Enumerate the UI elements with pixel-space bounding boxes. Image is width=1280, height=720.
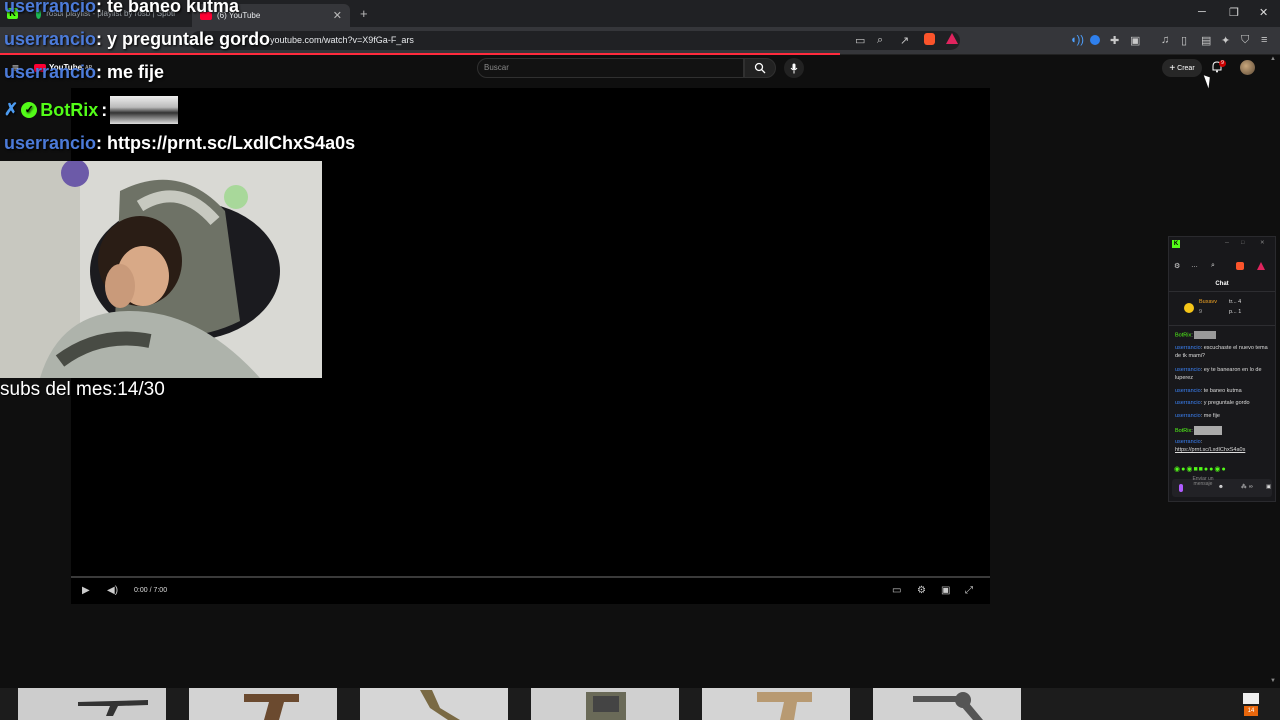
share-icon[interactable]: ⁂ <box>1241 484 1247 490</box>
brave-shield-icon[interactable] <box>1236 262 1244 270</box>
trophy-badge-icon <box>1184 303 1194 313</box>
zoom-icon[interactable]: ⌕ <box>877 34 883 47</box>
extension-icon[interactable] <box>1090 35 1100 45</box>
zoom-icon[interactable]: ⌕ <box>1211 262 1215 270</box>
overlay-chat-message: ✗ ✓ BotRix: <box>4 96 179 124</box>
kick-logo-icon: K <box>1172 240 1180 248</box>
overlay-chat-message: userrancio: te baneo kutma <box>4 0 240 16</box>
kick-chat-message: userrancio: me fije <box>1175 413 1220 419</box>
voice-search-button[interactable] <box>784 58 804 78</box>
search-input[interactable] <box>477 58 744 78</box>
fullscreen-icon[interactable]: ⤢ <box>965 585 973 596</box>
music-icon[interactable]: ♫ <box>1161 34 1169 46</box>
scroll-down-arrow[interactable]: ▼ <box>1270 678 1276 684</box>
kick-chat-message: userrancio: escuchaste el nuevo tema de … <box>1175 345 1268 359</box>
page-load-progress <box>0 53 840 55</box>
more-options-icon[interactable]: … <box>1191 262 1198 269</box>
close-tab-icon[interactable]: ✕ <box>333 9 342 22</box>
miniplayer-icon[interactable]: ▣ <box>941 585 950 596</box>
kick-chat-message: BotRix: <box>1175 426 1223 435</box>
emote-image <box>1194 331 1217 339</box>
wallet-icon[interactable]: ▤ <box>1201 34 1211 47</box>
kick-chat-message: BotRix: <box>1175 331 1217 339</box>
divider <box>1169 291 1275 292</box>
kick-chat-message: userrancio: ey te banearon en lo de lupe… <box>1175 367 1262 381</box>
video-time: 0:00 / 7:00 <box>134 587 168 594</box>
video-progress-bar[interactable] <box>71 576 990 578</box>
mail-count-badge: 14 <box>1244 706 1258 716</box>
verified-check-icon: ✓ <box>21 102 38 118</box>
bomb-thumbnail[interactable] <box>531 688 679 720</box>
vpn-icon[interactable]: ⛉ <box>1241 34 1249 47</box>
brave-rewards-icon[interactable] <box>1257 262 1265 270</box>
overlay-chat-message: userrancio: y preguntale gordo <box>4 29 271 49</box>
notification-count-badge: 9 <box>1219 60 1226 67</box>
overlay-chat-message: userrancio: me fije <box>4 62 165 82</box>
kick-chat-message: userrancio: y preguntale gordo <box>1175 400 1250 406</box>
kick-chat-window: K ─ □ ✕ ⚙ … ⌕ Chat Buxavv 9 tr... 4 p...… <box>1168 236 1276 502</box>
create-button[interactable]: + Crear <box>1162 59 1202 77</box>
menu-icon[interactable]: ≡ <box>1261 34 1267 46</box>
search-button[interactable] <box>744 58 776 78</box>
microphone-icon[interactable] <box>1179 484 1183 492</box>
pistol-thumbnail[interactable] <box>189 688 337 720</box>
minimize-icon[interactable]: ─ <box>1198 6 1206 18</box>
rifle-thumbnail[interactable] <box>18 688 166 720</box>
revolver-thumbnail[interactable] <box>873 688 1021 720</box>
maximize-icon[interactable]: □ <box>1241 240 1244 246</box>
audio-playing-icon[interactable]: ◖)) <box>1070 34 1084 46</box>
pinned-username: Buxavv <box>1199 299 1218 305</box>
share-icon[interactable]: ↗ <box>900 34 909 47</box>
leo-icon[interactable]: ✦ <box>1221 34 1230 47</box>
emote-image <box>1194 426 1223 435</box>
sidebar-icon[interactable]: ▯ <box>1181 34 1187 47</box>
emote-bar[interactable]: ◉●◉■■●●◉● <box>1174 465 1227 473</box>
plus-icon: + <box>1169 62 1176 74</box>
scroll-up-arrow[interactable]: ▲ <box>1270 56 1276 62</box>
kick-chat-message: userrancio: te baneo kutma <box>1175 388 1242 394</box>
mail-icon[interactable] <box>1243 693 1259 704</box>
subtitles-icon[interactable]: ▭ <box>892 585 901 596</box>
chat-input-placeholder: Enviar un mensaje <box>1192 476 1214 487</box>
kick-chat-message: userrancio: <box>1175 439 1203 445</box>
deagle-thumbnail[interactable] <box>702 688 850 720</box>
pinned-score: 9 <box>1199 309 1203 315</box>
minimize-icon[interactable]: ─ <box>1225 240 1229 246</box>
settings-gear-icon[interactable]: ⚙ <box>917 585 926 596</box>
volume-icon[interactable]: ◀) <box>107 585 118 596</box>
close-window-icon[interactable]: ✕ <box>1259 6 1268 19</box>
tab-search-icon[interactable]: ▣ <box>1130 34 1140 47</box>
chat-title: Chat <box>1215 281 1229 287</box>
overlay-chat-message: userrancio: https://prnt.sc/LxdIChxS4a0s <box>4 133 356 153</box>
puzzle-icon[interactable]: ✚ <box>1110 34 1119 47</box>
search-placeholder: Buscar <box>484 63 509 72</box>
new-tab-button[interactable]: + <box>360 6 368 21</box>
emote-image <box>110 96 179 124</box>
settings-icon[interactable]: ⚙ <box>1174 262 1180 270</box>
close-icon[interactable]: ✕ <box>1260 240 1265 246</box>
chat-link[interactable]: https://prnt.sc/LxdIChxS4a0s <box>1175 447 1245 453</box>
brave-rewards-icon[interactable] <box>946 33 958 44</box>
webcam-feed <box>0 161 322 378</box>
url-text[interactable]: youtube.com/watch?v=X9fGa-F_ars <box>270 35 414 45</box>
pinned-entry: p... 1 <box>1229 309 1242 315</box>
subs-goal-counter: subs del mes:14/30 <box>0 379 165 400</box>
brave-shield-icon[interactable] <box>924 33 935 45</box>
moderator-sword-icon: ✗ <box>4 100 19 119</box>
restore-icon[interactable]: ❐ <box>1229 6 1239 19</box>
play-icon[interactable]: ▶ <box>82 585 90 596</box>
link-icon[interactable]: ∞ <box>1249 484 1253 490</box>
microphone-icon <box>790 63 798 73</box>
cast-icon[interactable]: ▭ <box>855 34 865 47</box>
emoji-icon[interactable]: ☻ <box>1218 484 1224 490</box>
knife-thumbnail[interactable] <box>360 688 508 720</box>
pinned-entry: tr... 4 <box>1229 299 1242 305</box>
divider <box>1169 325 1275 326</box>
send-icon[interactable]: ▣ <box>1266 484 1271 490</box>
search-icon <box>754 62 766 74</box>
account-avatar[interactable] <box>1240 60 1255 75</box>
